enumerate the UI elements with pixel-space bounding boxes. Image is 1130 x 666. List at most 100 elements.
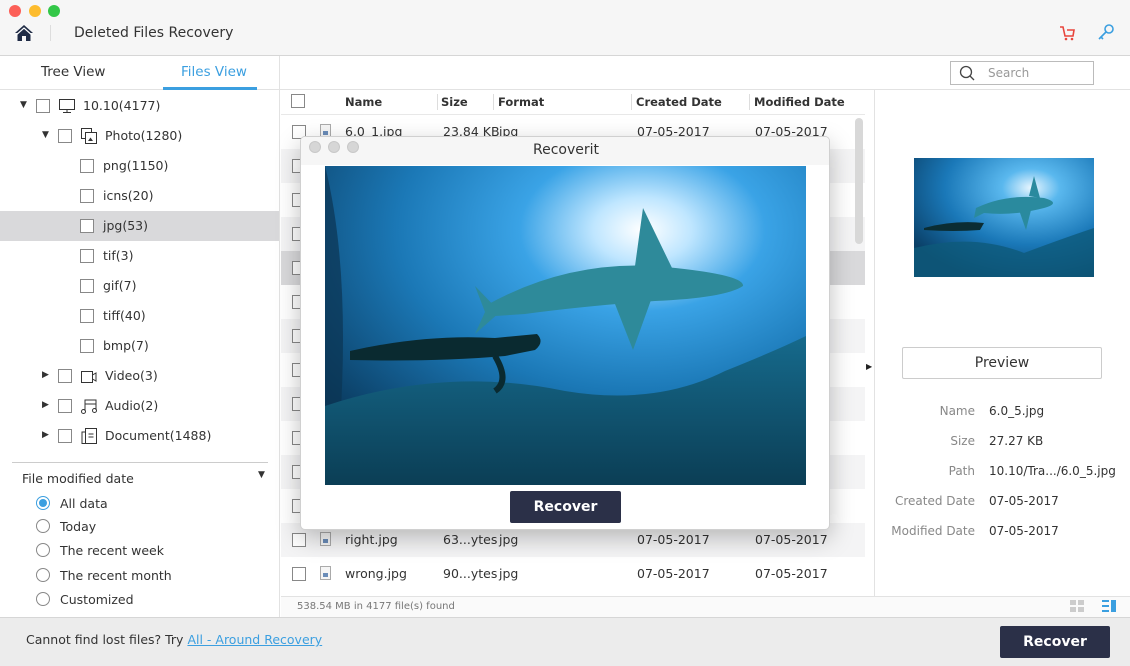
file-created: 07-05-2017 <box>637 532 710 547</box>
tree-item-label: jpg(53) <box>103 218 149 233</box>
column-created-date[interactable]: Created Date <box>636 95 722 109</box>
all-around-recovery-link[interactable]: All - Around Recovery <box>187 632 322 647</box>
recover-button[interactable]: Recover <box>1000 626 1110 658</box>
document-icon <box>81 428 97 444</box>
tree-item-tif[interactable]: tif(3) <box>0 241 279 271</box>
tree-item-label: icns(20) <box>103 188 154 203</box>
image-file-icon <box>320 566 331 580</box>
tree-item-photo[interactable]: ▼ Photo(1280) <box>0 121 279 151</box>
chevron-right-icon[interactable]: ▶ <box>42 400 49 410</box>
divider <box>493 94 494 110</box>
checkbox[interactable] <box>58 129 72 143</box>
minimize-window-button[interactable] <box>29 5 41 17</box>
photo-icon <box>81 128 97 144</box>
title-bar: Deleted Files Recovery <box>0 0 1130 56</box>
radio-recent-month[interactable] <box>36 568 50 582</box>
list-scrollbar[interactable] <box>855 118 863 244</box>
radio-recent-week[interactable] <box>36 543 50 557</box>
checkbox[interactable] <box>58 429 72 443</box>
grid-view-icon[interactable] <box>1070 600 1084 612</box>
collapse-panel-arrow-icon[interactable]: ▶ <box>866 362 872 371</box>
checkbox[interactable] <box>292 533 306 547</box>
radio-label: The recent week <box>60 543 164 558</box>
preview-image <box>325 166 806 485</box>
cart-icon[interactable] <box>1058 24 1076 42</box>
checkbox[interactable] <box>58 369 72 383</box>
close-window-button[interactable] <box>9 5 21 17</box>
divider <box>631 94 632 110</box>
tree-item-bmp[interactable]: bmp(7) <box>0 331 279 361</box>
checkbox[interactable] <box>80 159 94 173</box>
file-size: 63...ytes <box>443 532 498 547</box>
tree-item-label: Video(3) <box>105 368 158 383</box>
detail-value-name: 6.0_5.jpg <box>989 404 1045 418</box>
preview-button[interactable]: Preview <box>902 347 1102 379</box>
video-icon <box>81 371 97 383</box>
bottom-bar: Cannot find lost files? Try All - Around… <box>0 617 1130 666</box>
radio-today[interactable] <box>36 519 50 533</box>
home-icon[interactable] <box>14 24 34 42</box>
checkbox[interactable] <box>80 219 94 233</box>
detail-value-size: 27.27 KB <box>989 434 1044 448</box>
column-format[interactable]: Format <box>498 95 544 109</box>
radio-label: Today <box>60 519 97 534</box>
chevron-right-icon[interactable]: ▶ <box>42 370 49 380</box>
divider <box>12 462 268 463</box>
tab-files-view[interactable]: Files View <box>181 64 247 80</box>
column-modified-date[interactable]: Modified Date <box>754 95 845 109</box>
tree-item-label: tif(3) <box>103 248 134 263</box>
tree-item-tiff[interactable]: tiff(40) <box>0 301 279 331</box>
checkbox[interactable] <box>80 279 94 293</box>
column-size[interactable]: Size <box>441 95 468 109</box>
key-icon[interactable] <box>1097 23 1115 41</box>
tree-item-icns[interactable]: icns(20) <box>0 181 279 211</box>
tree-item-document[interactable]: ▶ Document(1488) <box>0 421 279 451</box>
search-input[interactable]: Search <box>950 61 1094 85</box>
tree-item-jpg[interactable]: jpg(53) <box>0 211 279 241</box>
dialog-recover-button[interactable]: Recover <box>510 491 621 523</box>
tree-item-gif[interactable]: gif(7) <box>0 271 279 301</box>
zoom-window-button[interactable] <box>48 5 60 17</box>
checkbox[interactable] <box>36 99 50 113</box>
checkbox[interactable] <box>58 399 72 413</box>
radio-all-data[interactable] <box>36 496 50 510</box>
checkbox[interactable] <box>80 309 94 323</box>
folder-tree: ▼ 10.10(4177) ▼ Photo(1280) png(1150) ic… <box>0 90 280 462</box>
file-name: wrong.jpg <box>345 566 407 581</box>
tree-item-root[interactable]: ▼ 10.10(4177) <box>0 91 279 121</box>
column-name[interactable]: Name <box>345 95 382 109</box>
chevron-down-icon[interactable]: ▼ <box>258 470 265 480</box>
tree-item-video[interactable]: ▶ Video(3) <box>0 361 279 391</box>
chevron-down-icon[interactable]: ▼ <box>20 100 27 110</box>
divider <box>749 94 750 110</box>
view-tabs: Tree View Files View <box>0 56 280 90</box>
chevron-right-icon[interactable]: ▶ <box>42 430 49 440</box>
list-view-icon[interactable] <box>1102 600 1116 612</box>
hint-label: Cannot find lost files? Try <box>26 632 188 647</box>
detail-label: Modified Date <box>891 524 975 538</box>
table-row[interactable]: wrong.jpg 90...ytes jpg 07-05-2017 07-05… <box>281 557 865 591</box>
file-format: jpg <box>499 566 519 581</box>
chevron-down-icon[interactable]: ▼ <box>42 130 49 140</box>
tab-tree-view[interactable]: Tree View <box>41 64 105 80</box>
select-all-checkbox[interactable] <box>291 94 305 108</box>
file-created: 07-05-2017 <box>637 566 710 581</box>
detail-value-created: 07-05-2017 <box>989 494 1059 508</box>
file-modified: 07-05-2017 <box>755 532 828 547</box>
checkbox[interactable] <box>80 339 94 353</box>
checkbox[interactable] <box>80 189 94 203</box>
detail-label: Created Date <box>895 494 975 508</box>
checkbox[interactable] <box>292 567 306 581</box>
radio-label: All data <box>60 496 108 511</box>
tree-item-label: Photo(1280) <box>105 128 183 143</box>
tree-item-label: png(1150) <box>103 158 169 173</box>
radio-label: The recent month <box>60 568 172 583</box>
checkbox[interactable] <box>80 249 94 263</box>
search-placeholder: Search <box>988 66 1030 80</box>
tree-item-png[interactable]: png(1150) <box>0 151 279 181</box>
tree-item-label: 10.10(4177) <box>83 98 161 113</box>
tree-item-label: tiff(40) <box>103 308 146 323</box>
radio-customized[interactable] <box>36 592 50 606</box>
tree-item-audio[interactable]: ▶ Audio(2) <box>0 391 279 421</box>
radio-label: Customized <box>60 592 134 607</box>
